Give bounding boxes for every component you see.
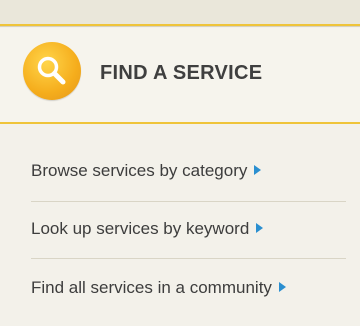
right-arrow-icon (256, 223, 264, 233)
find-in-community-link[interactable]: Find all services in a community (31, 278, 346, 308)
right-arrow-icon (278, 282, 286, 292)
find-service-widget: FIND A SERVICE Browse services by catego… (0, 0, 360, 326)
divider (31, 258, 346, 259)
magnifier-icon (23, 42, 81, 100)
top-strip (0, 0, 360, 27)
browse-by-category-link[interactable]: Browse services by category (31, 161, 346, 191)
divider (31, 201, 346, 202)
link-label: Browse services by category (31, 161, 248, 180)
lookup-by-keyword-link[interactable]: Look up services by keyword (31, 219, 346, 249)
widget-header: FIND A SERVICE (0, 28, 360, 124)
link-label: Look up services by keyword (31, 219, 250, 238)
link-label: Find all services in a community (31, 278, 272, 297)
widget-title: FIND A SERVICE (100, 62, 263, 84)
right-arrow-icon (254, 165, 262, 175)
